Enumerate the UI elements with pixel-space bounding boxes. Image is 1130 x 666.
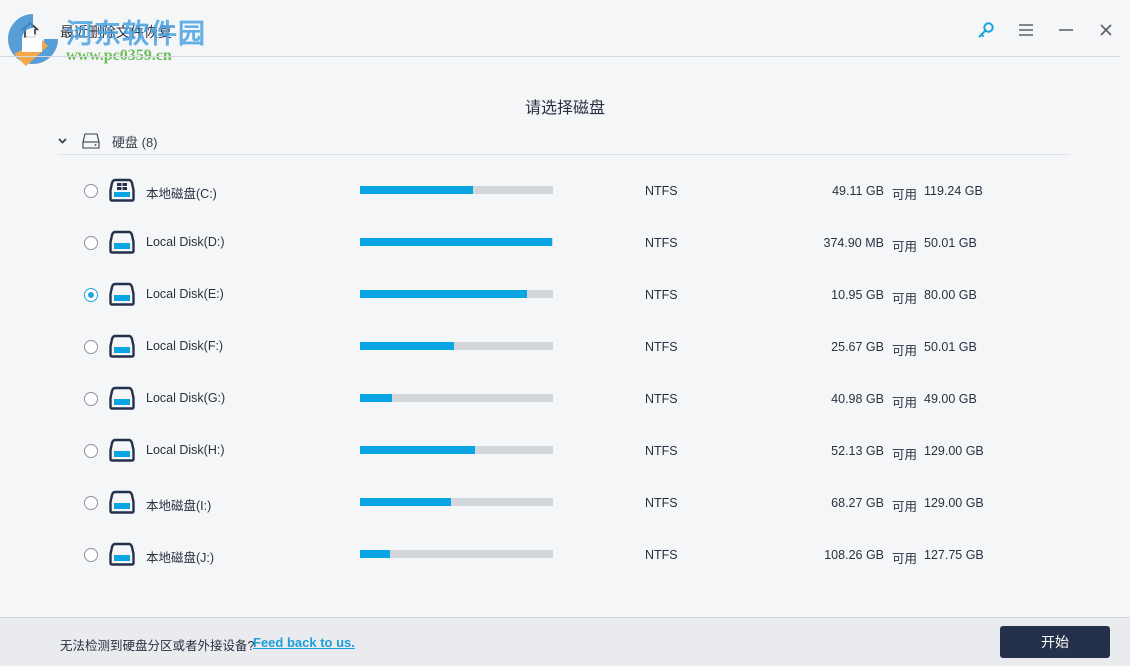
disk-usage-bar bbox=[360, 238, 553, 246]
disk-drive-icon bbox=[109, 230, 135, 254]
disk-available-label: 可用 bbox=[892, 292, 918, 306]
disk-usage-bar bbox=[360, 498, 553, 506]
feedback-link[interactable]: Feed back to us. bbox=[253, 635, 355, 650]
disk-name: Local Disk(H:) bbox=[146, 443, 225, 457]
disk-filesystem: NTFS bbox=[645, 444, 678, 458]
disk-drive-icon bbox=[109, 438, 135, 462]
disk-total-size: 49.00 GB bbox=[924, 392, 977, 406]
disk-usage-bar bbox=[360, 290, 553, 298]
disk-usage-fill bbox=[360, 238, 552, 246]
disk-filesystem: NTFS bbox=[645, 548, 678, 562]
disk-radio[interactable] bbox=[84, 236, 98, 250]
key-icon[interactable] bbox=[974, 18, 998, 42]
disk-drive-icon bbox=[109, 490, 135, 514]
disk-filesystem: NTFS bbox=[645, 236, 678, 250]
disk-name: Local Disk(D:) bbox=[146, 235, 225, 249]
disk-group-label: 硬盘 (8) bbox=[112, 134, 158, 150]
disk-usage-bar bbox=[360, 394, 553, 402]
disk-name: Local Disk(E:) bbox=[146, 287, 224, 301]
disk-free-space: 49.11 GB bbox=[832, 184, 884, 198]
disk-available-label: 可用 bbox=[892, 500, 918, 514]
disk-radio[interactable] bbox=[84, 184, 98, 198]
disk-free-space: 40.98 GB bbox=[831, 392, 884, 406]
disk-drive-icon bbox=[109, 542, 135, 566]
disk-available-label: 可用 bbox=[892, 344, 918, 358]
disk-filesystem: NTFS bbox=[645, 288, 678, 302]
disk-drive-icon bbox=[109, 334, 135, 358]
disk-usage-bar bbox=[360, 550, 553, 558]
disk-usage-fill bbox=[360, 550, 390, 558]
disk-usage-fill bbox=[360, 394, 392, 402]
disk-free-space: 374.90 MB bbox=[823, 236, 884, 250]
disk-radio[interactable] bbox=[84, 392, 98, 406]
disk-row[interactable]: 本地磁盘(C:) NTFS 49.11 GB 可用 119.24 GB bbox=[0, 165, 1130, 217]
disk-available-label: 可用 bbox=[892, 396, 918, 410]
disk-name: 本地磁盘(J:) bbox=[146, 551, 215, 565]
disk-name: 本地磁盘(I:) bbox=[146, 499, 212, 513]
disk-row[interactable]: Local Disk(F:) NTFS 25.67 GB 可用 50.01 GB bbox=[0, 321, 1130, 373]
disk-radio[interactable] bbox=[84, 340, 98, 354]
disk-radio[interactable] bbox=[84, 444, 98, 458]
disk-drive-icon bbox=[109, 282, 135, 306]
disk-filesystem: NTFS bbox=[645, 496, 678, 510]
close-icon[interactable] bbox=[1094, 18, 1118, 42]
disk-list: 本地磁盘(C:) NTFS 49.11 GB 可用 119.24 GB Loca… bbox=[0, 165, 1130, 581]
disk-row[interactable]: 本地磁盘(I:) NTFS 68.27 GB 可用 129.00 GB bbox=[0, 477, 1130, 529]
watermark-site-name: 河东软件园 bbox=[66, 19, 206, 50]
disk-radio[interactable] bbox=[84, 288, 98, 302]
disk-total-size: 129.00 GB bbox=[924, 444, 984, 458]
page-heading: 请选择磁盘 bbox=[524, 100, 605, 117]
disk-total-size: 80.00 GB bbox=[924, 288, 977, 302]
hard-drive-icon bbox=[82, 133, 102, 149]
disk-available-label: 可用 bbox=[892, 188, 918, 202]
disk-filesystem: NTFS bbox=[645, 340, 678, 354]
menu-icon[interactable] bbox=[1014, 18, 1038, 42]
footer-message: 无法检测到硬盘分区或者外接设备? bbox=[60, 639, 255, 653]
disk-total-size: 129.00 GB bbox=[924, 496, 984, 510]
disk-available-label: 可用 bbox=[892, 448, 918, 462]
disk-free-space: 68.27 GB bbox=[831, 496, 884, 510]
disk-group-header[interactable]: 硬盘 (8) bbox=[58, 131, 158, 151]
disk-total-size: 127.75 GB bbox=[924, 548, 984, 562]
disk-usage-fill bbox=[360, 498, 451, 506]
disk-usage-bar bbox=[360, 186, 553, 194]
disk-usage-fill bbox=[360, 186, 474, 194]
disk-name: 本地磁盘(C:) bbox=[146, 187, 217, 201]
disk-free-space: 52.13 GB bbox=[831, 444, 884, 458]
disk-radio[interactable] bbox=[84, 548, 98, 562]
start-button[interactable]: 开始 bbox=[1000, 626, 1110, 658]
group-divider bbox=[58, 154, 1070, 155]
disk-free-space: 108.26 GB bbox=[824, 548, 884, 562]
disk-usage-bar bbox=[360, 446, 553, 454]
system-disk-icon bbox=[109, 178, 135, 202]
disk-total-size: 50.01 GB bbox=[924, 236, 977, 250]
disk-drive-icon bbox=[109, 386, 135, 410]
title-divider bbox=[0, 56, 1120, 57]
disk-usage-fill bbox=[360, 446, 476, 454]
chevron-down-icon[interactable] bbox=[58, 138, 70, 144]
disk-filesystem: NTFS bbox=[645, 184, 678, 198]
disk-total-size: 119.24 GB bbox=[924, 184, 983, 198]
disk-available-label: 可用 bbox=[892, 240, 918, 254]
disk-free-space: 10.95 GB bbox=[831, 288, 884, 302]
title-bar: 最近删除文件恢复 河东软件园 www.pc0359.cn bbox=[0, 0, 1130, 66]
disk-name: Local Disk(G:) bbox=[146, 391, 226, 405]
disk-name: Local Disk(F:) bbox=[146, 339, 224, 353]
disk-usage-fill bbox=[360, 290, 527, 298]
disk-row[interactable]: Local Disk(D:) NTFS 374.90 MB 可用 50.01 G… bbox=[0, 217, 1130, 269]
disk-total-size: 50.01 GB bbox=[924, 340, 977, 354]
minimize-icon[interactable] bbox=[1054, 18, 1078, 42]
disk-row[interactable]: 本地磁盘(J:) NTFS 108.26 GB 可用 127.75 GB bbox=[0, 529, 1130, 581]
disk-radio[interactable] bbox=[84, 496, 98, 510]
disk-row[interactable]: Local Disk(H:) NTFS 52.13 GB 可用 129.00 G… bbox=[0, 425, 1130, 477]
disk-row[interactable]: Local Disk(G:) NTFS 40.98 GB 可用 49.00 GB bbox=[0, 373, 1130, 425]
disk-available-label: 可用 bbox=[892, 552, 918, 566]
disk-free-space: 25.67 GB bbox=[831, 340, 884, 354]
watermark-logo-icon bbox=[4, 10, 62, 68]
disk-filesystem: NTFS bbox=[645, 392, 678, 406]
disk-usage-fill bbox=[360, 342, 454, 350]
disk-usage-bar bbox=[360, 342, 553, 350]
disk-row[interactable]: Local Disk(E:) NTFS 10.95 GB 可用 80.00 GB bbox=[0, 269, 1130, 321]
footer-bar: 无法检测到硬盘分区或者外接设备? Feed back to us. 开始 bbox=[0, 617, 1130, 666]
